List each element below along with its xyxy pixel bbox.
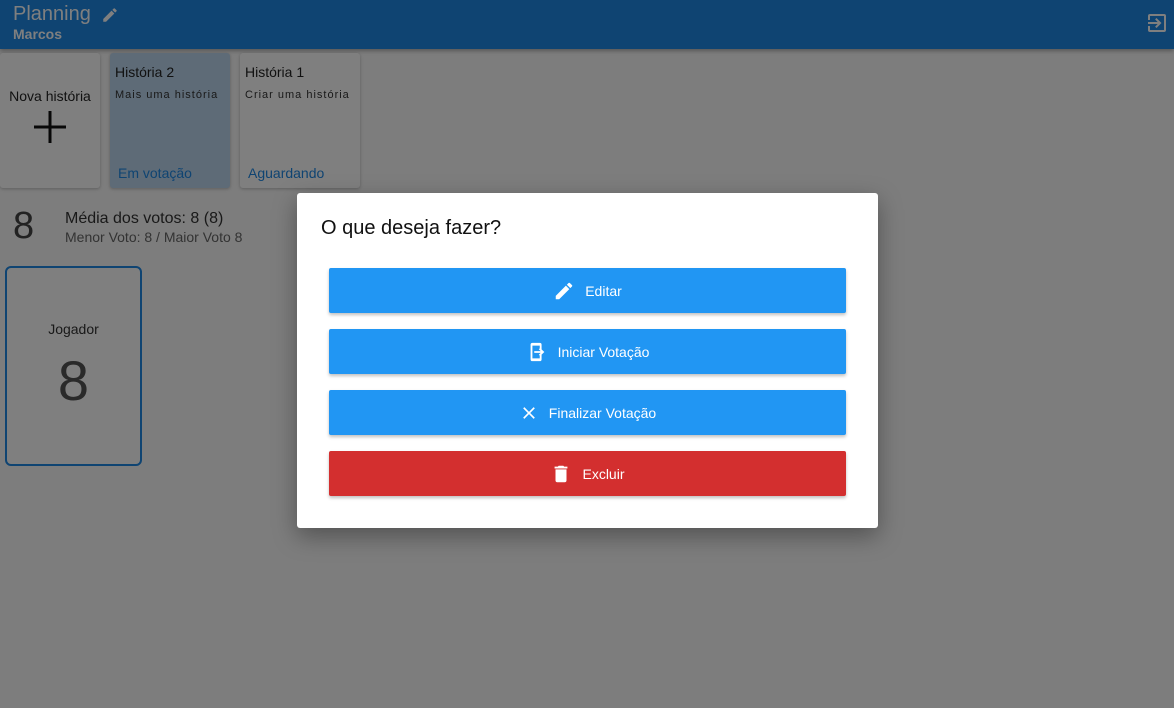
dialog-title: O que deseja fazer?	[321, 217, 502, 239]
close-icon	[519, 403, 539, 423]
finish-voting-button[interactable]: Finalizar Votação	[329, 390, 846, 435]
finish-voting-button-label: Finalizar Votação	[548, 404, 657, 421]
delete-button[interactable]: Excluir	[329, 451, 846, 496]
enter-vote-icon	[526, 341, 548, 363]
actions-dialog: O que deseja fazer? Editar Iniciar Votaç…	[297, 193, 878, 528]
edit-button-label: Editar	[585, 282, 622, 299]
start-voting-button[interactable]: Iniciar Votação	[329, 329, 846, 374]
delete-button-label: Excluir	[582, 465, 625, 482]
pencil-icon	[553, 280, 575, 302]
trash-icon	[550, 463, 572, 485]
start-voting-button-label: Iniciar Votação	[557, 343, 650, 360]
edit-button[interactable]: Editar	[329, 268, 846, 313]
